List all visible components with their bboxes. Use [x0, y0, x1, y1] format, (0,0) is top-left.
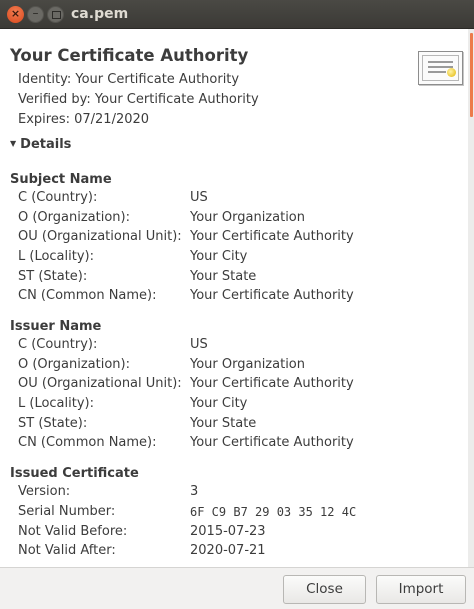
identity-line: Identity: Your Certificate Authority	[18, 72, 240, 87]
field-label: O (Organization):	[18, 210, 130, 225]
details-label: Details	[20, 137, 72, 152]
field-label: C (Country):	[18, 190, 98, 205]
import-button[interactable]: Import	[376, 575, 466, 604]
minimize-icon: –	[32, 6, 39, 20]
close-icon: ×	[10, 7, 21, 20]
field-value: 2015-07-23	[190, 524, 266, 539]
window-minimize-button[interactable]: –	[27, 6, 44, 23]
issued-row-version: Version: 3	[0, 484, 468, 503]
field-label: CN (Common Name):	[18, 435, 157, 450]
subject-row-common-name: CN (Common Name): Your Certificate Author…	[0, 288, 468, 307]
issuer-row-common-name: CN (Common Name): Your Certificate Author…	[0, 435, 468, 454]
issued-row-not-valid-after: Not Valid After: 2020-07-21	[0, 543, 468, 562]
issued-row-not-valid-before: Not Valid Before: 2015-07-23	[0, 524, 468, 543]
subject-row-state: ST (State): Your State	[0, 269, 468, 288]
field-value: Your Certificate Authority	[190, 229, 354, 244]
field-label: L (Locality):	[18, 249, 94, 264]
issued-row-serial-number: Serial Number: 6F C9 B7 29 03 35 12 4C	[0, 504, 468, 523]
field-label: Not Valid After:	[18, 543, 116, 558]
field-label: Serial Number:	[18, 504, 116, 519]
field-value: Your City	[190, 249, 248, 264]
field-label: Not Valid Before:	[18, 524, 128, 539]
close-button[interactable]: Close	[283, 575, 366, 604]
window-maximize-button[interactable]	[47, 6, 64, 23]
field-label: C (Country):	[18, 337, 98, 352]
window-close-button[interactable]: ×	[7, 6, 24, 23]
field-label: OU (Organizational Unit):	[18, 376, 182, 391]
certificate-viewer: Your Certificate Authority Identity: You…	[0, 29, 468, 567]
field-label: OU (Organizational Unit):	[18, 229, 182, 244]
certificate-title: Your Certificate Authority	[10, 46, 249, 65]
issuer-row-org-unit: OU (Organizational Unit): Your Certificat…	[0, 376, 468, 395]
subject-row-locality: L (Locality): Your City	[0, 249, 468, 268]
expires-line: Expires: 07/21/2020	[18, 112, 150, 127]
field-label: Version:	[18, 484, 71, 499]
issuer-row-country: C (Country): US	[0, 337, 468, 356]
field-value: Your Certificate Authority	[190, 435, 354, 450]
window-titlebar: × – ca.pem	[0, 0, 474, 29]
field-label: O (Organization):	[18, 357, 130, 372]
field-value: Your State	[190, 269, 257, 284]
field-label: ST (State):	[18, 269, 88, 284]
issued-certificate-heading: Issued Certificate	[10, 466, 139, 481]
issuer-row-organization: O (Organization): Your Organization	[0, 357, 468, 376]
issuer-row-state: ST (State): Your State	[0, 416, 468, 435]
field-value: Your Certificate Authority	[190, 288, 354, 303]
field-value: Your Certificate Authority	[190, 376, 354, 391]
verified-by-line: Verified by: Your Certificate Authority	[18, 92, 259, 107]
subject-row-country: C (Country): US	[0, 190, 468, 209]
field-value: Your State	[190, 416, 257, 431]
field-value: Your Organization	[190, 210, 305, 225]
field-value: 6F C9 B7 29 03 35 12 4C	[190, 505, 357, 519]
details-expander[interactable]: ▼ Details	[10, 137, 71, 152]
window-title: ca.pem	[71, 6, 129, 22]
dialog-footer: Close Import	[0, 567, 474, 609]
subject-name-heading: Subject Name	[10, 172, 112, 187]
triangle-down-icon: ▼	[10, 139, 17, 148]
field-value: Your City	[190, 396, 248, 411]
issuer-row-locality: L (Locality): Your City	[0, 396, 468, 415]
field-value: US	[190, 337, 208, 352]
subject-row-org-unit: OU (Organizational Unit): Your Certificat…	[0, 229, 468, 248]
field-label: L (Locality):	[18, 396, 94, 411]
issuer-name-heading: Issuer Name	[10, 319, 102, 334]
field-value: 2020-07-21	[190, 543, 266, 558]
subject-row-organization: O (Organization): Your Organization	[0, 210, 468, 229]
field-value: 3	[190, 484, 199, 499]
scrollbar-thumb[interactable]	[470, 33, 473, 117]
field-value: US	[190, 190, 208, 205]
certificate-icon	[418, 51, 463, 85]
field-label: ST (State):	[18, 416, 88, 431]
field-value: Your Organization	[190, 357, 305, 372]
field-label: CN (Common Name):	[18, 288, 157, 303]
